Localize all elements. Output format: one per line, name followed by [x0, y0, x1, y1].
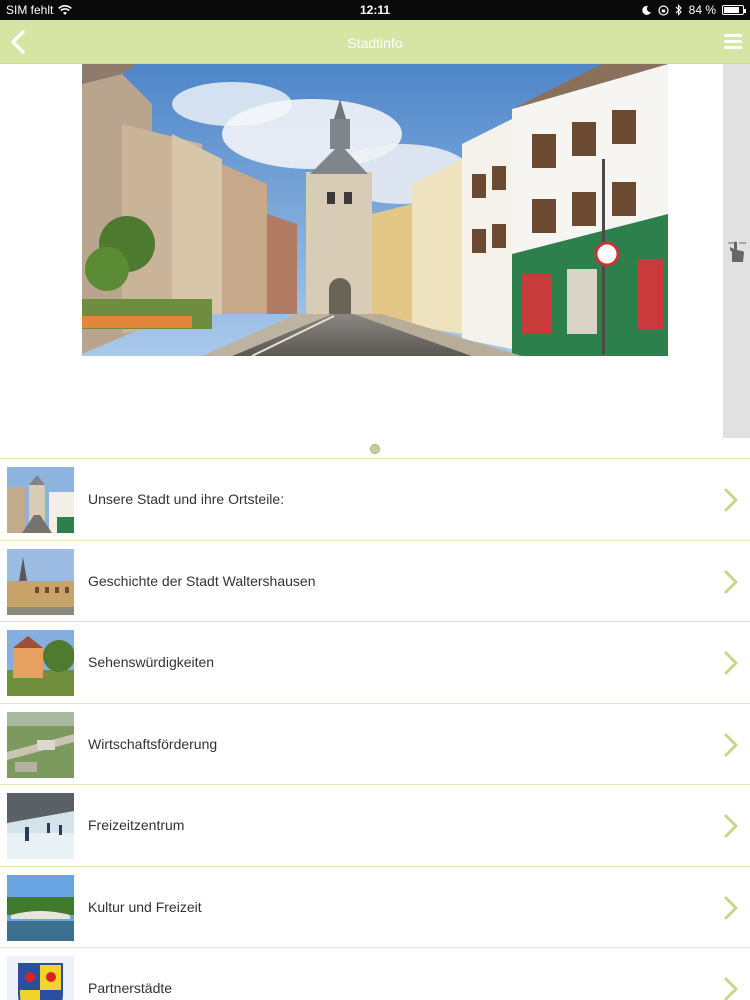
ice-rink-thumbnail — [7, 793, 74, 859]
bluetooth-icon — [675, 4, 682, 16]
coat-of-arms-thumbnail — [7, 956, 74, 1000]
page-indicator-dot[interactable] — [370, 444, 380, 454]
list-item-label: Geschichte der Stadt Waltershausen — [88, 572, 316, 589]
hamburger-menu-icon[interactable] — [724, 34, 742, 50]
list-item-label: Wirtschaftsförderung — [88, 735, 218, 752]
list-item-kultur-und-freizeit[interactable]: Kultur und Freizeit — [0, 865, 750, 948]
status-time: 12:11 — [359, 3, 391, 17]
chevron-right-icon — [724, 570, 738, 593]
old-town-street-photo — [82, 64, 668, 356]
orientation-lock-icon — [658, 4, 669, 16]
list-item-geschichte[interactable]: Geschichte der Stadt Waltershausen — [0, 539, 750, 622]
industrial-aerial-thumbnail — [7, 711, 74, 778]
header-bar: Stadtinfo — [0, 20, 750, 64]
list-item-wirtschaftsfoerderung[interactable]: Wirtschaftsförderung — [0, 702, 750, 785]
battery-percent: 84 % — [688, 3, 716, 17]
list-item-unsere-stadt[interactable]: Unsere Stadt und ihre Ortsteile: — [0, 458, 750, 540]
chevron-right-icon — [724, 814, 738, 838]
chevron-right-icon — [724, 896, 738, 919]
chevron-right-icon — [724, 651, 738, 675]
chevron-right-icon — [724, 488, 738, 512]
hero-image[interactable] — [82, 64, 668, 356]
list-item-label: Freizeitzentrum — [88, 817, 185, 833]
menu-list: Unsere Stadt und ihre Ortsteile: Geschic… — [0, 458, 750, 1000]
side-drawer-handle[interactable] — [723, 64, 750, 438]
battery-fill — [724, 7, 739, 13]
castle-park-thumbnail — [7, 630, 74, 696]
page-title: Stadtinfo — [347, 35, 403, 51]
list-item-label: Sehenswürdigkeiten — [88, 654, 215, 670]
list-item-label: Kultur und Freizeit — [88, 898, 202, 915]
swipe-hand-icon — [728, 241, 746, 262]
chevron-right-icon — [724, 733, 738, 756]
menu-line — [724, 46, 742, 49]
list-item-sehenswuerdigkeiten[interactable]: Sehenswürdigkeiten — [0, 621, 750, 703]
moon-icon — [641, 5, 651, 15]
historic-building-thumbnail — [7, 548, 74, 615]
menu-line — [724, 34, 742, 37]
list-item-label: Unsere Stadt und ihre Ortsteile: — [88, 491, 285, 507]
battery-icon — [722, 5, 746, 15]
status-bar: SIM fehlt 12:11 84 % — [0, 0, 750, 20]
chevron-right-icon — [724, 977, 738, 1000]
bridge-river-thumbnail — [7, 874, 74, 941]
list-item-partnerstaedte[interactable]: Partnerstädte — [0, 947, 750, 1000]
menu-line — [724, 40, 742, 43]
list-item-label: Partnerstädte — [88, 980, 173, 996]
status-right: 84 % — [641, 3, 746, 17]
list-item-freizeitzentrum[interactable]: Freizeitzentrum — [0, 784, 750, 866]
town-street-thumbnail — [7, 467, 74, 533]
